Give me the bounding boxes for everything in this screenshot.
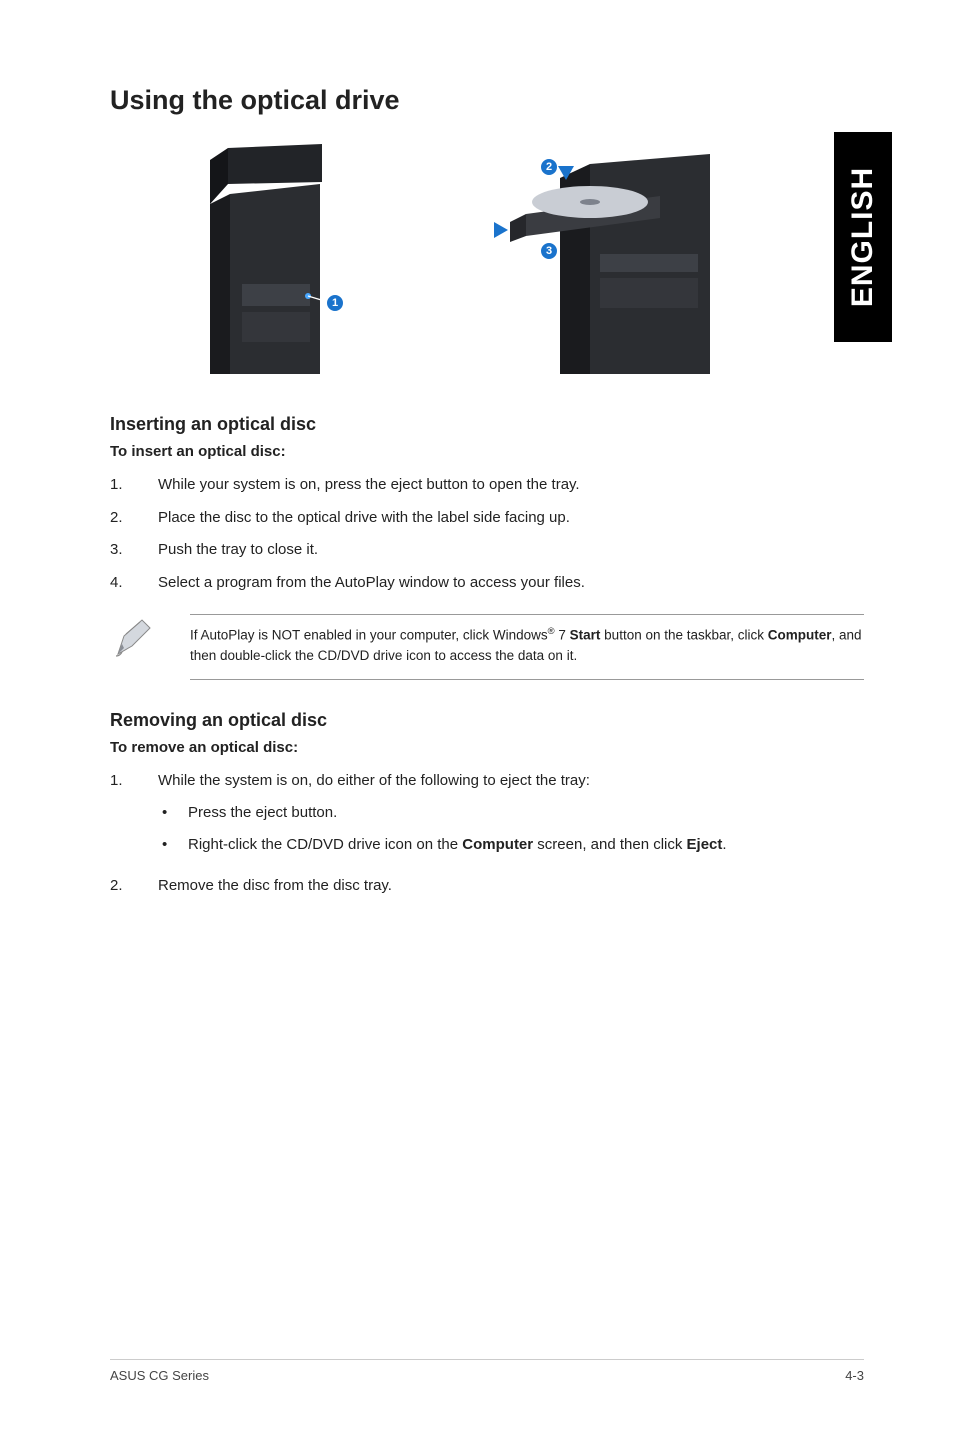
list-item: 2.Place the disc to the optical drive wi… [110,507,864,530]
note-box: If AutoPlay is NOT enabled in your compu… [110,614,864,680]
arrow-right-icon [494,222,508,238]
list-item: •Press the eject button. [158,801,864,825]
tower-tray-svg [440,144,740,374]
pencil-icon [112,614,190,665]
footer-right: 4-3 [845,1368,864,1383]
illustration-row: 1 2 3 [110,144,864,374]
list-item: •Right-click the CD/DVD drive icon on th… [158,833,864,857]
callout-3: 3 [540,242,558,260]
footer-left: ASUS CG Series [110,1368,209,1383]
list-item: 2.Remove the disc from the disc tray. [110,875,864,898]
note-text: If AutoPlay is NOT enabled in your compu… [190,625,864,667]
subheading-insert: To insert an optical disc: [110,443,864,460]
page-title: Using the optical drive [110,85,864,116]
divider [190,679,864,680]
heading-remove: Removing an optical disc [110,710,864,731]
list-item: 3.Push the tray to close it. [110,539,864,562]
remove-steps: 1. While the system is on, do either of … [110,770,864,897]
callout-1: 1 [326,294,344,312]
illustration-insert: 1 [150,144,380,374]
list-item: 4.Select a program from the AutoPlay win… [110,572,864,595]
illustration-disc: 2 3 [440,144,740,374]
callout-2: 2 [540,158,558,176]
list-item: 1.While your system is on, press the eje… [110,474,864,497]
language-label: ENGLISH [846,167,880,307]
heading-insert: Inserting an optical disc [110,414,864,435]
tower-open-svg [150,144,380,374]
list-item: 1. While the system is on, do either of … [110,770,864,865]
language-tab: ENGLISH [834,132,892,342]
insert-steps: 1.While your system is on, press the eje… [110,474,864,594]
subheading-remove: To remove an optical disc: [110,739,864,756]
remove-substeps: •Press the eject button. •Right-click th… [158,801,864,857]
arrow-down-icon [558,166,574,180]
page-footer: ASUS CG Series 4-3 [110,1359,864,1383]
divider [190,614,864,615]
